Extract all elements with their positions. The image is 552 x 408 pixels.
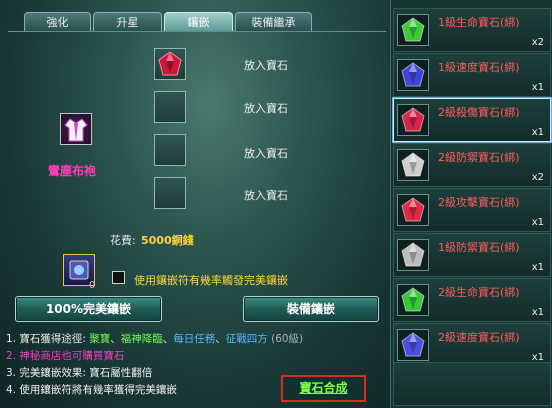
- slot-4-label: 放入寶石: [244, 189, 288, 202]
- tab-star-up[interactable]: 升星: [93, 12, 162, 31]
- gem-list-item[interactable]: 2級攻擊寶石(綁) x1: [393, 188, 551, 232]
- red-gem-icon: [158, 51, 182, 76]
- note-3-value: 寶石屬性翻倍: [89, 367, 153, 379]
- perfect-inlay-button[interactable]: 100%完美鑲嵌: [15, 296, 162, 322]
- gem-slot-1[interactable]: [154, 48, 186, 80]
- white-gem-icon: [397, 149, 429, 181]
- gem-count: x1: [531, 127, 544, 138]
- scroll-count: 0: [89, 280, 96, 291]
- gem-slot-2[interactable]: [154, 91, 186, 123]
- use-scroll-label: 使用鑲嵌符有幾率觸發完美鑲嵌: [134, 274, 288, 287]
- note-1: 1. 寶石獲得途徑: 聚寶、福神降臨、每日任務、征戰四方 (60級): [6, 331, 303, 348]
- red-gem-icon: [397, 104, 429, 136]
- gem-count: x1: [531, 217, 544, 228]
- green-gem-icon: [397, 284, 429, 316]
- use-scroll-checkbox[interactable]: [112, 271, 125, 284]
- note-1-sep-1: 、: [110, 333, 121, 345]
- white-gem-icon: [397, 239, 429, 271]
- gem-count: x1: [531, 82, 544, 93]
- gem-name: 2級防禦寶石(綁): [438, 151, 520, 164]
- gem-list-item[interactable]: 1級防禦寶石(綁) x1: [393, 233, 551, 277]
- note-3: 3. 完美鑲嵌效果: 寶石屬性翻倍: [6, 365, 303, 382]
- gem-name: 1級生命寶石(綁): [438, 16, 520, 29]
- note-2: 2. 神秘商店也可購買寶石: [6, 350, 125, 362]
- gem-name: 1級速度寶石(綁): [438, 61, 520, 74]
- gem-list-item[interactable]: 1級生命寶石(綁) x2: [393, 8, 551, 52]
- gem-count: x1: [531, 262, 544, 273]
- blue-gem-icon: [397, 329, 429, 361]
- blue-gem-icon: [397, 59, 429, 91]
- gem-name: 2級速度寶石(綁): [438, 331, 520, 344]
- note-1-source-b: 福神降臨: [120, 333, 163, 345]
- fee-label: 花費:: [110, 234, 136, 247]
- slot-2-label: 放入寶石: [244, 102, 288, 115]
- note-1-prefix: 1. 寶石獲得途徑:: [6, 333, 86, 345]
- tab-bar: 強化 升星 鑲嵌 裝備繼承: [24, 12, 312, 32]
- note-1-sep-3: 、: [215, 333, 226, 345]
- gem-list-item[interactable]: 2級防禦寶石(綁) x2: [393, 143, 551, 187]
- note-1-source-a: 聚寶: [89, 333, 111, 345]
- gem-name: 2級殺傷寶石(綁): [438, 106, 520, 119]
- gem-list-item[interactable]: 1級速度寶石(綁) x1: [393, 53, 551, 97]
- tab-equip-inherit[interactable]: 裝備繼承: [235, 12, 312, 31]
- slot-3-label: 放入寶石: [244, 147, 288, 160]
- slot-1-label: 放入寶石: [244, 59, 288, 72]
- equipment-slot[interactable]: [60, 113, 92, 145]
- gem-slot-4[interactable]: [154, 177, 186, 209]
- note-1-sep-2: 、: [162, 333, 174, 345]
- gem-name: 2級攻擊寶石(綁): [438, 196, 520, 209]
- help-notes: 1. 寶石獲得途徑: 聚寶、福神降臨、每日任務、征戰四方 (60級) 2. 神秘…: [6, 331, 303, 399]
- robe-icon: [64, 118, 88, 142]
- gem-inventory-list: 1級生命寶石(綁) x2 1級速度寶石(綁) x1 2級殺傷寶石(綁) x1 2級防禦寶石(…: [390, 0, 552, 408]
- inlay-panel: 強化 升星 鑲嵌 裝備繼承 放入寶石 放入寶石 放入寶石 放入寶石 鸞塵布袍 花…: [0, 0, 390, 408]
- green-gem-icon: [397, 14, 429, 46]
- note-4: 4. 使用鑲嵌符將有幾率獲得完美鑲嵌: [6, 384, 177, 396]
- gem-name: 1級防禦寶石(綁): [438, 241, 520, 254]
- note-3-prefix: 3. 完美鑲嵌效果:: [6, 367, 86, 379]
- equip-inlay-button[interactable]: 裝備鑲嵌: [243, 296, 379, 322]
- red-gem-icon: [397, 194, 429, 226]
- tab-divider: [8, 31, 386, 32]
- gem-count: x1: [531, 307, 544, 318]
- equipment-name: 鸞塵布袍: [48, 164, 97, 178]
- gem-list-item[interactable]: 2級殺傷寶石(綁) x1: [393, 98, 551, 142]
- tab-enhance[interactable]: 強化: [24, 12, 91, 31]
- note-1-source-d: 征戰四方: [225, 333, 268, 345]
- note-1-source-c: 每日任務: [173, 333, 216, 345]
- tab-inlay[interactable]: 鑲嵌: [164, 12, 233, 31]
- fee-value: 5000銅錢: [141, 234, 194, 247]
- gem-synthesis-button[interactable]: 寶石合成: [281, 375, 366, 402]
- gem-name: 2級生命寶石(綁): [438, 286, 520, 299]
- note-1-level: (60級): [271, 333, 304, 345]
- gem-slot-3[interactable]: [154, 134, 186, 166]
- gem-count: x2: [531, 172, 544, 183]
- gem-list-item[interactable]: 2級速度寶石(綁) x1: [393, 323, 551, 367]
- gem-list-empty-row: [393, 362, 551, 406]
- gem-count: x2: [531, 37, 544, 48]
- gem-list-item[interactable]: 2級生命寶石(綁) x1: [393, 278, 551, 322]
